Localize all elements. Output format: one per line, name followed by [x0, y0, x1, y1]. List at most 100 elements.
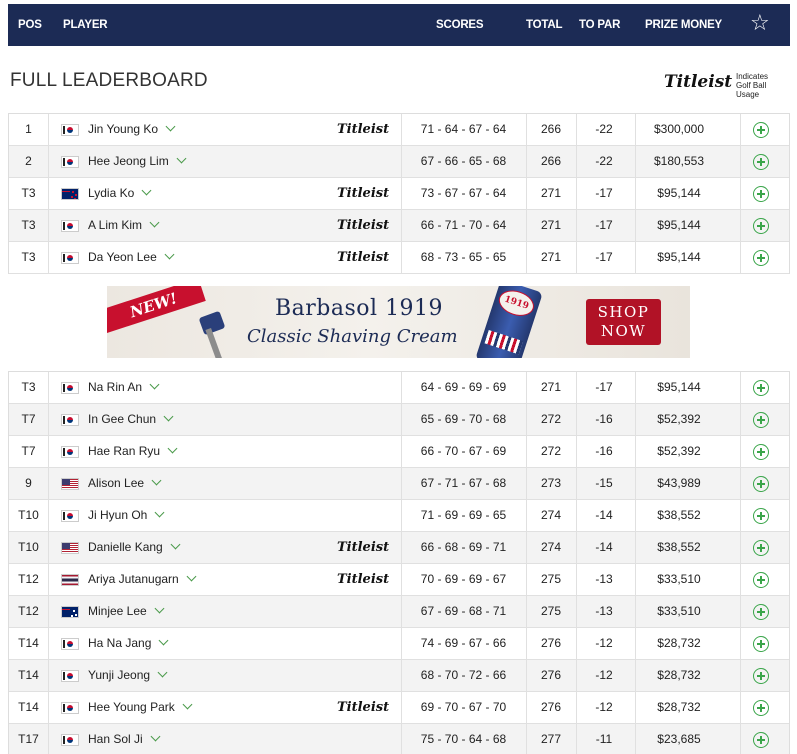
- plus-circle-icon[interactable]: [753, 154, 769, 170]
- plus-circle-icon[interactable]: [753, 412, 769, 428]
- chevron-down-icon[interactable]: [154, 603, 165, 614]
- plus-circle-icon[interactable]: [753, 700, 769, 716]
- player-name-toggle[interactable]: Danielle Kang: [88, 532, 181, 563]
- col-player-header[interactable]: PLAYER: [63, 19, 108, 31]
- add-player-button[interactable]: [753, 732, 769, 748]
- chevron-down-icon[interactable]: [164, 249, 175, 260]
- add-player-button[interactable]: [753, 572, 769, 588]
- player-name[interactable]: Lydia Ko: [88, 186, 134, 200]
- chevron-down-icon[interactable]: [150, 731, 161, 742]
- add-player-button[interactable]: [753, 668, 769, 684]
- player-name-toggle[interactable]: Han Sol Ji: [88, 724, 161, 754]
- add-player-button[interactable]: [753, 476, 769, 492]
- table-row[interactable]: T14 Ha Na Jang 74 - 69 - 67 - 66 276 -12 $28,…: [9, 628, 789, 660]
- player-name[interactable]: Yunji Jeong: [88, 668, 150, 682]
- player-name-toggle[interactable]: Ha Na Jang: [88, 628, 169, 659]
- player-name[interactable]: Ha Na Jang: [88, 636, 151, 650]
- player-name[interactable]: Hee Jeong Lim: [88, 154, 169, 168]
- chevron-down-icon[interactable]: [176, 153, 187, 164]
- barbasol-ad-banner[interactable]: NEW! Barbasol 1919 Classic Shaving Cream…: [107, 286, 690, 358]
- player-name[interactable]: Alison Lee: [88, 476, 144, 490]
- chevron-down-icon[interactable]: [158, 635, 169, 646]
- plus-circle-icon[interactable]: [753, 668, 769, 684]
- player-name-toggle[interactable]: Yunji Jeong: [88, 660, 168, 691]
- player-name[interactable]: Minjee Lee: [88, 604, 147, 618]
- player-name-toggle[interactable]: Hee Young Park: [88, 692, 193, 723]
- table-row[interactable]: T3 Da Yeon Lee Titleist 68 - 73 - 65 - 65 27…: [9, 242, 789, 274]
- chevron-down-icon[interactable]: [182, 699, 193, 710]
- chevron-down-icon[interactable]: [170, 539, 181, 550]
- table-row[interactable]: T10 Ji Hyun Oh 71 - 69 - 69 - 65 274 -14 $38,…: [9, 500, 789, 532]
- player-name[interactable]: Han Sol Ji: [88, 732, 143, 746]
- chevron-down-icon[interactable]: [165, 121, 176, 132]
- add-player-button[interactable]: [753, 604, 769, 620]
- add-player-button[interactable]: [753, 218, 769, 234]
- player-name[interactable]: Jin Young Ko: [88, 122, 158, 136]
- plus-circle-icon[interactable]: [753, 636, 769, 652]
- shop-now-button[interactable]: SHOP NOW: [586, 299, 661, 345]
- add-player-button[interactable]: [753, 444, 769, 460]
- player-name[interactable]: Hae Ran Ryu: [88, 444, 160, 458]
- add-player-button[interactable]: [753, 122, 769, 138]
- col-topar-header[interactable]: TO PAR: [579, 19, 620, 31]
- table-row[interactable]: T3 A Lim Kim Titleist 66 - 71 - 70 - 64 271 -…: [9, 210, 789, 242]
- plus-circle-icon[interactable]: [753, 604, 769, 620]
- plus-circle-icon[interactable]: [753, 476, 769, 492]
- player-name-toggle[interactable]: Ji Hyun Oh: [88, 500, 165, 531]
- player-name[interactable]: Hee Young Park: [88, 700, 175, 714]
- col-scores-header[interactable]: SCORES: [436, 19, 484, 31]
- add-player-button[interactable]: [753, 250, 769, 266]
- player-name-toggle[interactable]: Alison Lee: [88, 468, 162, 499]
- table-row[interactable]: T14 Yunji Jeong 68 - 70 - 72 - 66 276 -12 $28…: [9, 660, 789, 692]
- plus-circle-icon[interactable]: [753, 122, 769, 138]
- plus-circle-icon[interactable]: [753, 508, 769, 524]
- player-name-toggle[interactable]: Ariya Jutanugarn: [88, 564, 197, 595]
- chevron-down-icon[interactable]: [186, 571, 197, 582]
- player-name-toggle[interactable]: Da Yeon Lee: [88, 242, 175, 273]
- chevron-down-icon[interactable]: [141, 185, 152, 196]
- plus-circle-icon[interactable]: [753, 444, 769, 460]
- player-name-toggle[interactable]: In Gee Chun: [88, 404, 174, 435]
- add-player-button[interactable]: [753, 380, 769, 396]
- plus-circle-icon[interactable]: [753, 572, 769, 588]
- table-row[interactable]: T3 Lydia Ko Titleist 73 - 67 - 67 - 64 271 -1…: [9, 178, 789, 210]
- col-prize-header[interactable]: PRIZE MONEY: [645, 19, 722, 31]
- player-name[interactable]: Na Rin An: [88, 380, 142, 394]
- player-name[interactable]: Da Yeon Lee: [88, 250, 157, 264]
- player-name-toggle[interactable]: Minjee Lee: [88, 596, 165, 627]
- chevron-down-icon[interactable]: [154, 507, 165, 518]
- table-row[interactable]: 9 Alison Lee 67 - 71 - 67 - 68 273 -15 $43,98…: [9, 468, 789, 500]
- player-name-toggle[interactable]: Hee Jeong Lim: [88, 146, 187, 177]
- table-row[interactable]: T10 Danielle Kang Titleist 66 - 68 - 69 - 7…: [9, 532, 789, 564]
- col-pos-header[interactable]: POS: [18, 19, 42, 31]
- player-name-toggle[interactable]: Hae Ran Ryu: [88, 436, 178, 467]
- player-name-toggle[interactable]: Lydia Ko: [88, 178, 152, 209]
- table-row[interactable]: T12 Ariya Jutanugarn Titleist 70 - 69 - 69 …: [9, 564, 789, 596]
- chevron-down-icon[interactable]: [151, 475, 162, 486]
- player-name-toggle[interactable]: A Lim Kim: [88, 210, 160, 241]
- table-row[interactable]: T14 Hee Young Park Titleist 69 - 70 - 67 - …: [9, 692, 789, 724]
- table-row[interactable]: 1 Jin Young Ko Titleist 71 - 64 - 67 - 64 26…: [9, 114, 789, 146]
- col-total-header[interactable]: TOTAL: [526, 19, 562, 31]
- table-row[interactable]: 2 Hee Jeong Lim 67 - 66 - 65 - 68 266 -22 $18…: [9, 146, 789, 178]
- plus-circle-icon[interactable]: [753, 218, 769, 234]
- plus-circle-icon[interactable]: [753, 380, 769, 396]
- player-name[interactable]: In Gee Chun: [88, 412, 156, 426]
- add-player-button[interactable]: [753, 412, 769, 428]
- table-row[interactable]: T7 Hae Ran Ryu 66 - 70 - 67 - 69 272 -16 $52,…: [9, 436, 789, 468]
- player-name[interactable]: Danielle Kang: [88, 540, 163, 554]
- add-player-button[interactable]: [753, 636, 769, 652]
- player-name-toggle[interactable]: Jin Young Ko: [88, 114, 176, 145]
- table-row[interactable]: T3 Na Rin An 64 - 69 - 69 - 69 271 -17 $95,14…: [9, 372, 789, 404]
- player-name-toggle[interactable]: Na Rin An: [88, 372, 160, 403]
- table-row[interactable]: T7 In Gee Chun 65 - 69 - 70 - 68 272 -16 $52,…: [9, 404, 789, 436]
- player-name[interactable]: Ji Hyun Oh: [88, 508, 147, 522]
- plus-circle-icon[interactable]: [753, 540, 769, 556]
- chevron-down-icon[interactable]: [149, 379, 160, 390]
- add-player-button[interactable]: [753, 508, 769, 524]
- player-name[interactable]: Ariya Jutanugarn: [88, 572, 179, 586]
- table-row[interactable]: T17 Han Sol Ji 75 - 70 - 64 - 68 277 -11 $23,…: [9, 724, 789, 754]
- player-name[interactable]: A Lim Kim: [88, 218, 142, 232]
- star-outline-icon[interactable]: ☆: [750, 12, 770, 34]
- chevron-down-icon[interactable]: [163, 411, 174, 422]
